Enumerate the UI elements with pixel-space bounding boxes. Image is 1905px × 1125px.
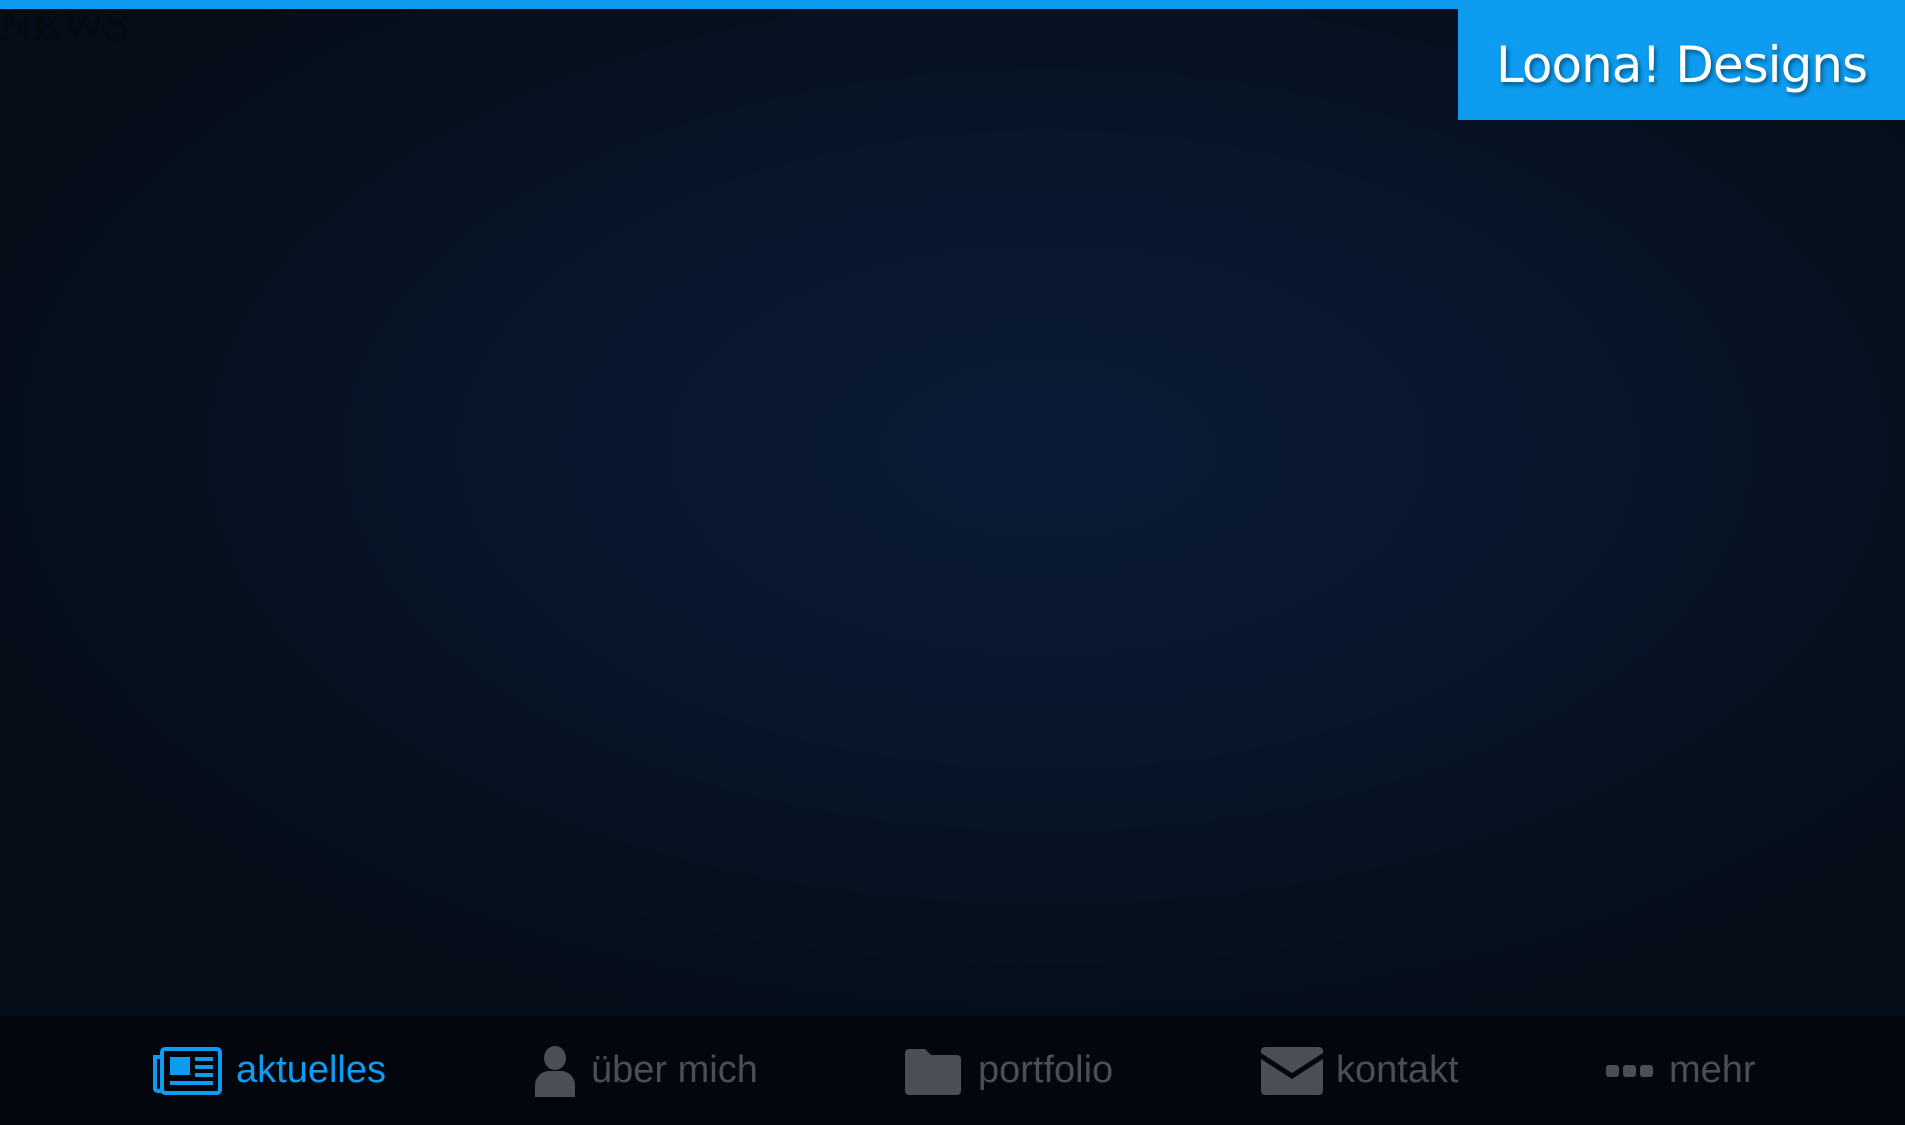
nav-label-kontakt: kontakt xyxy=(1336,1049,1459,1091)
nav-item-portfolio[interactable]: portfolio xyxy=(905,1016,1113,1125)
nav-item-ueber-mich[interactable]: über mich xyxy=(533,1016,758,1125)
nav-item-aktuelles[interactable]: aktuelles xyxy=(152,1016,386,1125)
brand-logo[interactable]: Loona! Designs xyxy=(1458,9,1905,120)
ellipsis-icon xyxy=(1606,1064,1654,1078)
nav-label-aktuelles: aktuelles xyxy=(236,1049,386,1091)
brand-name: Loona! Designs xyxy=(1495,35,1868,94)
user-icon xyxy=(533,1045,577,1097)
nav-label-ueber-mich: über mich xyxy=(591,1049,758,1091)
page-title: NEWS xyxy=(0,1,130,50)
nav-label-mehr: mehr xyxy=(1669,1049,1756,1091)
envelope-icon xyxy=(1261,1046,1323,1095)
newspaper-icon xyxy=(152,1046,222,1095)
nav-item-kontakt[interactable]: kontakt xyxy=(1261,1016,1459,1125)
nav-label-portfolio: portfolio xyxy=(978,1049,1114,1091)
bottom-navigation: aktuelles über mich portfolio kontakt me… xyxy=(0,1016,1905,1125)
folder-icon xyxy=(905,1047,961,1095)
top-accent-bar xyxy=(0,0,1905,9)
nav-item-mehr[interactable]: mehr xyxy=(1606,1016,1756,1125)
